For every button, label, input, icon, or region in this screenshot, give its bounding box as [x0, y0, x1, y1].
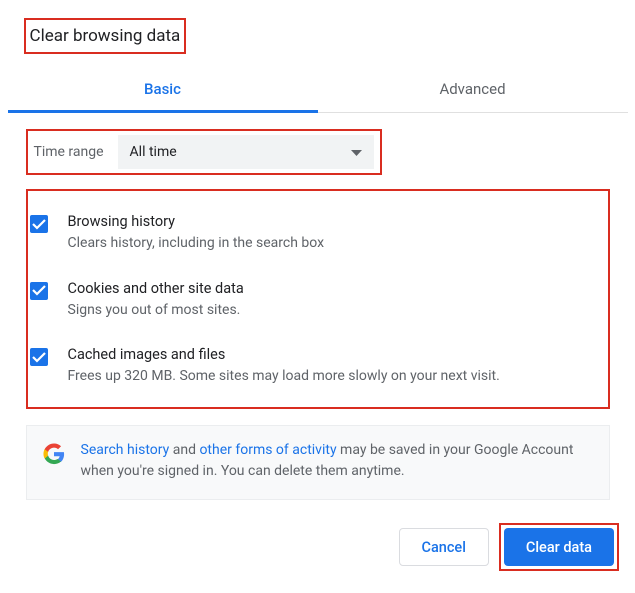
option-text: Cached images and files Frees up 320 MB.…: [68, 346, 600, 387]
option-browsing-history: Browsing history Clears history, includi…: [30, 205, 600, 272]
checkbox-cache[interactable]: [30, 348, 48, 366]
option-title: Cached images and files: [68, 346, 600, 363]
dialog-title: Clear browsing data: [24, 18, 187, 54]
option-subtitle: Frees up 320 MB. Some sites may load mor…: [68, 367, 600, 387]
button-label: Cancel: [422, 539, 466, 556]
option-subtitle: Signs you out of most sites.: [68, 301, 600, 321]
check-icon: [32, 285, 46, 296]
link-other-activity[interactable]: other forms of activity: [199, 442, 336, 458]
time-range-label: Time range: [34, 144, 104, 160]
google-icon: [43, 443, 65, 465]
option-subtitle: Clears history, including in the search …: [68, 234, 600, 254]
tab-advanced[interactable]: Advanced: [318, 68, 628, 112]
time-range-value: All time: [130, 144, 177, 160]
tab-basic[interactable]: Basic: [8, 68, 318, 112]
check-icon: [32, 219, 46, 230]
time-range-row: Time range All time: [26, 129, 382, 175]
clear-button-highlight: Clear data: [499, 523, 619, 571]
checkbox-browsing-history[interactable]: [30, 215, 48, 233]
google-info-box: Search history and other forms of activi…: [26, 425, 610, 500]
cancel-button[interactable]: Cancel: [399, 528, 489, 566]
option-text: Cookies and other site data Signs you ou…: [68, 280, 600, 321]
checkbox-cookies[interactable]: [30, 282, 48, 300]
chevron-down-icon: [351, 144, 362, 160]
info-text: Search history and other forms of activi…: [81, 440, 593, 483]
link-search-history[interactable]: Search history: [81, 442, 170, 458]
info-text-part: and: [169, 442, 199, 458]
tabs: Basic Advanced: [8, 68, 628, 113]
time-range-select[interactable]: All time: [118, 135, 374, 169]
options-list: Browsing history Clears history, includi…: [26, 189, 610, 409]
tab-label: Basic: [144, 80, 181, 98]
tab-label: Advanced: [439, 80, 505, 98]
option-text: Browsing history Clears history, includi…: [68, 213, 600, 254]
check-icon: [32, 352, 46, 363]
button-label: Clear data: [526, 539, 592, 556]
option-title: Browsing history: [68, 213, 600, 230]
option-cookies: Cookies and other site data Signs you ou…: [30, 272, 600, 339]
option-cache: Cached images and files Frees up 320 MB.…: [30, 338, 600, 393]
dialog-footer: Cancel Clear data: [399, 523, 620, 571]
clear-data-button[interactable]: Clear data: [504, 528, 614, 566]
dialog-body: Time range All time Browsing history Cle…: [8, 113, 628, 500]
option-title: Cookies and other site data: [68, 280, 600, 297]
clear-browsing-data-dialog: Clear browsing data Basic Advanced Time …: [8, 0, 628, 500]
